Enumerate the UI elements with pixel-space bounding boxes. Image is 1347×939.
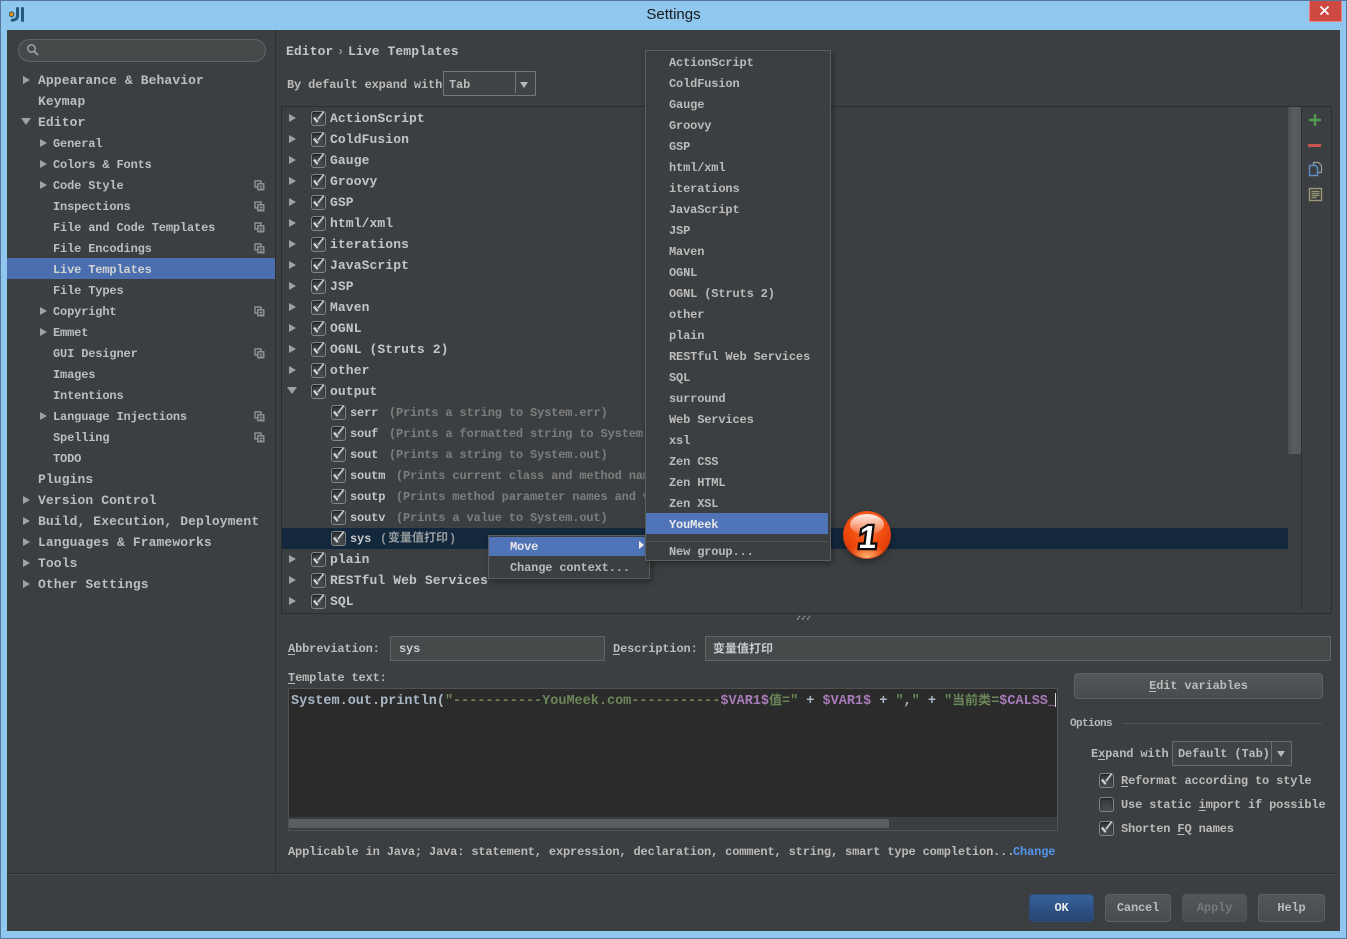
svg-text:1: 1: [857, 519, 879, 555]
